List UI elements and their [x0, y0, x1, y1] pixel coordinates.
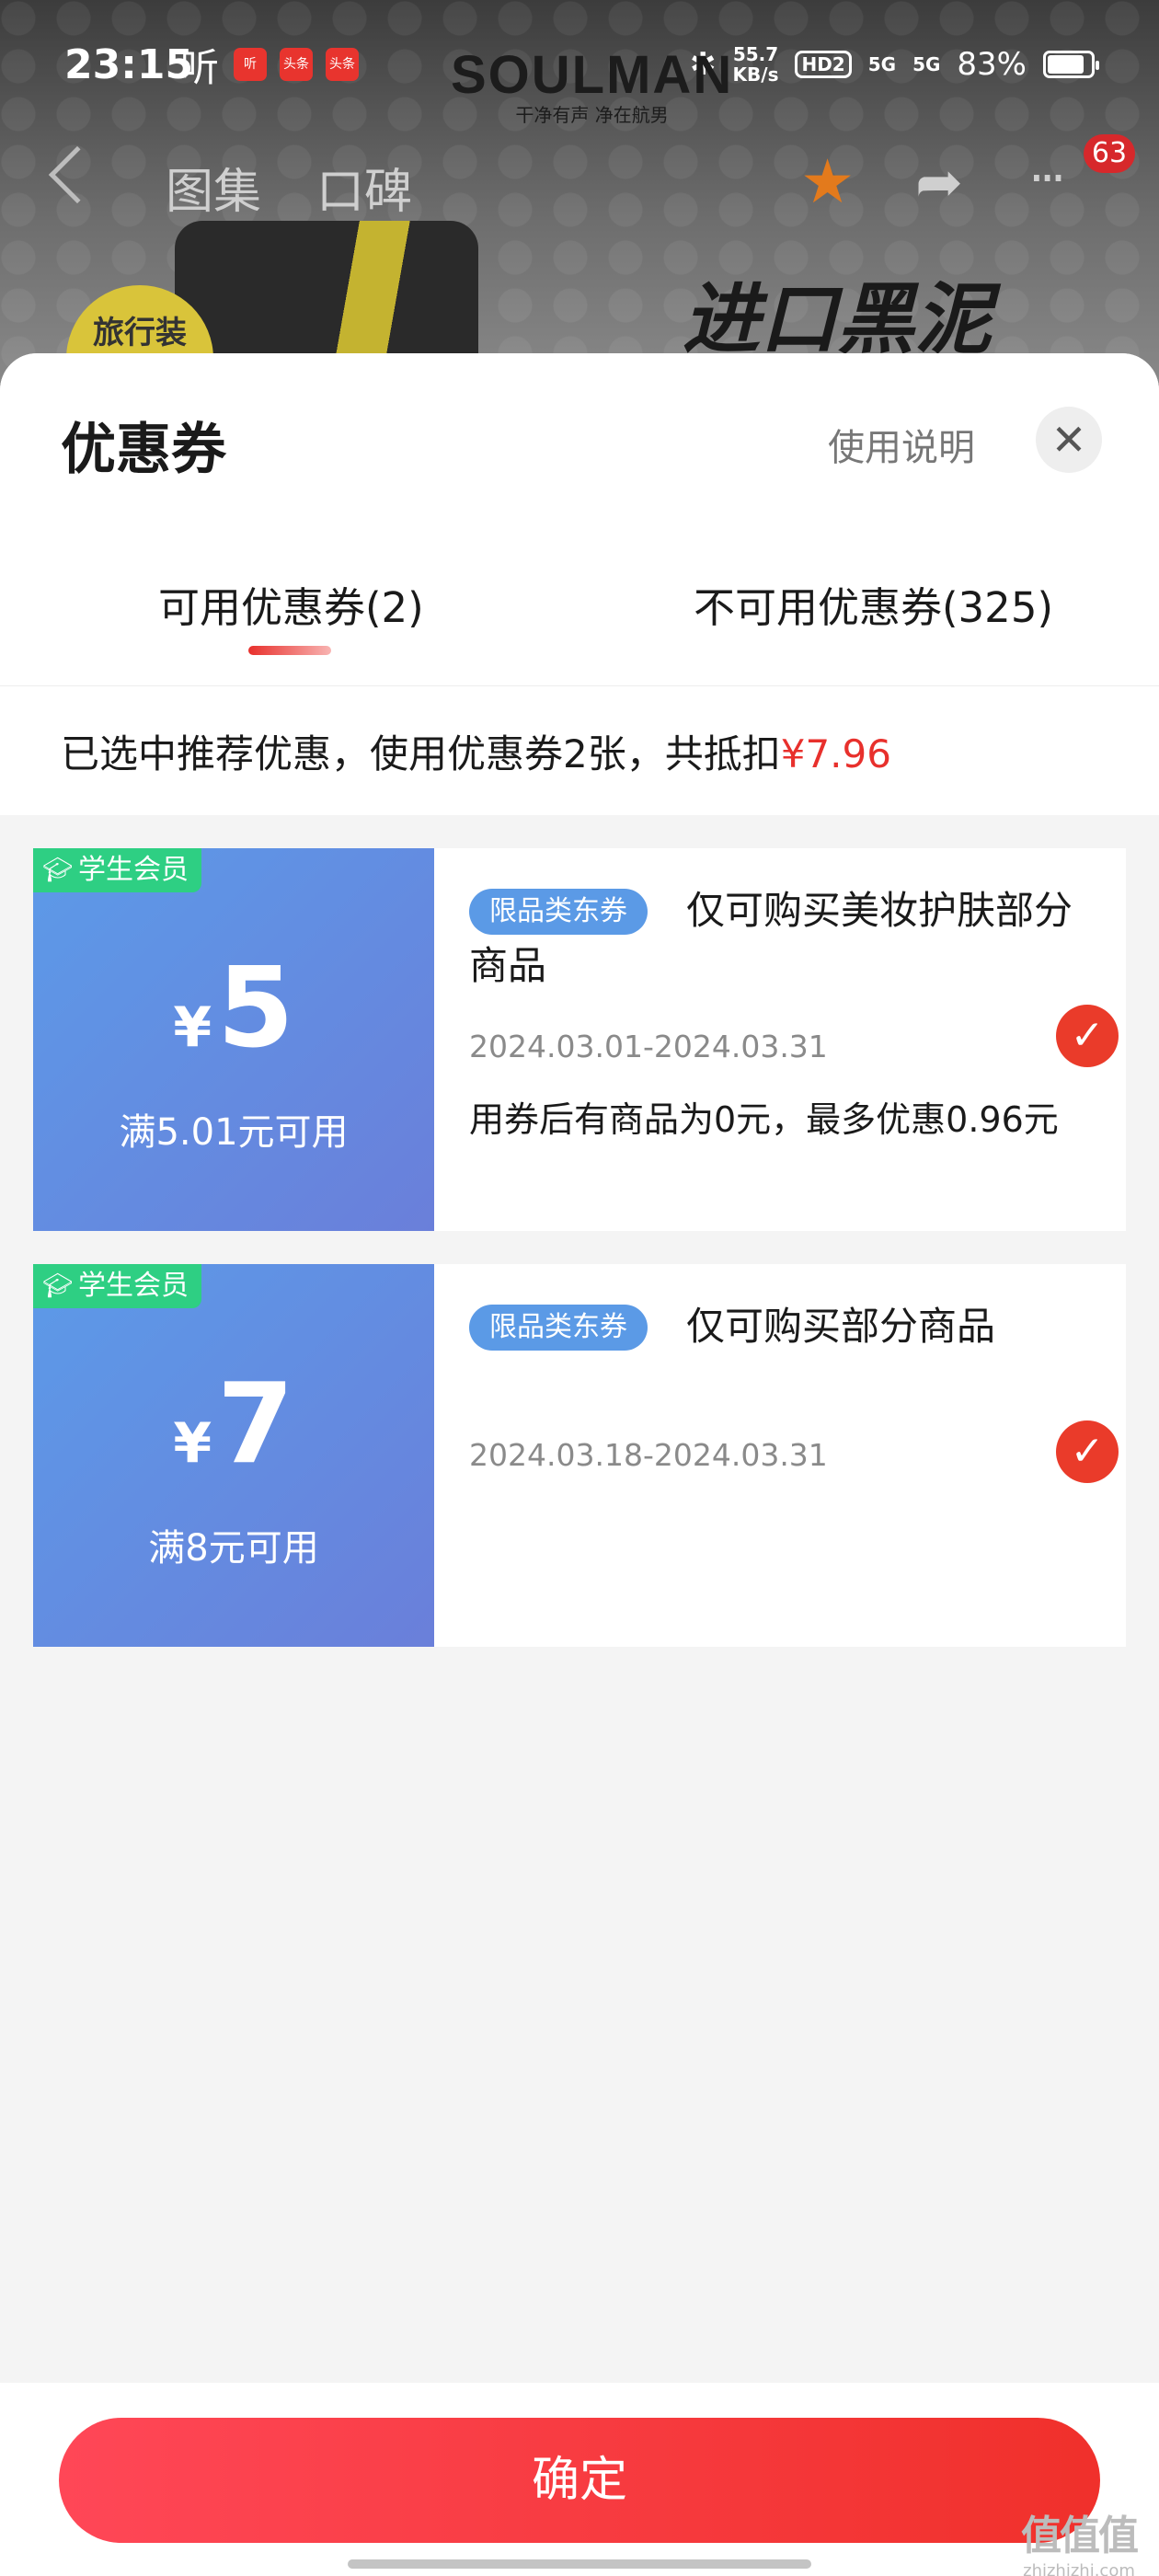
coupon-condition: 满8元可用 — [148, 1527, 319, 1570]
active-tab-indicator — [248, 646, 331, 655]
summary-prefix: 已选中推荐优惠，使用优惠券2张，共抵扣 — [61, 731, 781, 776]
coupon-validity-date: 2024.03.01-2024.03.31 — [469, 1029, 828, 1064]
app-notification-icon: 头条 — [280, 48, 313, 81]
tab-reviews[interactable]: 口碑 — [316, 153, 412, 222]
favorite-star-icon[interactable]: ★ — [800, 152, 855, 213]
battery-icon — [1043, 51, 1099, 78]
graduation-cap-icon: 🎓︎ — [42, 1272, 74, 1300]
promo-banner-text: 进口黑泥 — [683, 274, 993, 364]
tab-gallery[interactable]: 图集 — [166, 153, 261, 222]
sheet-title: 优惠券 — [61, 418, 226, 482]
graduation-cap-icon: 🎓︎ — [42, 857, 74, 884]
yen-symbol: ¥ — [173, 995, 212, 1060]
signal-icon: 5G — [912, 53, 941, 75]
network-speed: 55.7 KB/s — [733, 44, 779, 85]
selection-summary: 已选中推荐优惠，使用优惠券2张，共抵扣¥7.96 — [0, 686, 1159, 815]
student-member-tag: 🎓︎ 学生会员 — [33, 848, 202, 892]
app-notification-icon: 听 — [234, 48, 267, 81]
brand-name: SOULMAN — [451, 45, 734, 105]
share-icon[interactable]: ➦ — [915, 154, 963, 211]
watermark-url: zhizhizhi.com — [1023, 2561, 1135, 2576]
back-arrow-icon[interactable] — [48, 145, 107, 204]
coupon-description: 仅可购买美妆护肤部分商品 — [469, 888, 1073, 988]
coupon-amount-value: 5 — [217, 945, 294, 1073]
confirm-button[interactable]: 确定 — [59, 2418, 1100, 2543]
summary-text: 已选中推荐优惠，使用优惠券2张，共抵扣¥7.96 — [61, 723, 891, 779]
close-icon[interactable]: ✕ — [1036, 407, 1102, 473]
coupon-card[interactable]: 🎓︎ 学生会员 ¥5 满5.01元可用 限品类东券 仅可购买美妆护肤部分商品 2… — [27, 848, 1126, 1231]
watermark: 值值值 zhizhizhi.com — [1021, 2502, 1139, 2576]
status-right-group: ✱ 55.7 KB/s HD2 5G 5G 83% — [690, 44, 1099, 85]
summary-amount: ¥7.96 — [780, 731, 891, 776]
home-indicator[interactable] — [348, 2559, 811, 2569]
member-tag-label: 学生会员 — [78, 1270, 189, 1302]
coupon-value-panel: 🎓︎ 学生会员 ¥7 满8元可用 — [27, 1264, 434, 1647]
battery-level: 83% — [957, 46, 1027, 83]
app-notification-icon: 头条 — [326, 48, 359, 81]
checkmark-icon[interactable]: ✓ — [1056, 1420, 1119, 1483]
notification-badge: 63 — [1084, 134, 1135, 173]
usage-instructions-link[interactable]: 使用说明 — [828, 418, 975, 471]
coupon-details: 限品类东券 仅可购买美妆护肤部分商品 2024.03.01-2024.03.31… — [434, 848, 1126, 1231]
yen-symbol: ¥ — [173, 1411, 212, 1476]
status-ting-icon: 听 — [180, 44, 220, 90]
more-icon[interactable]: ··· — [1028, 149, 1066, 209]
checkmark-icon[interactable]: ✓ — [1056, 1005, 1119, 1067]
product-header-background: 23:15 听 听 头条 头条 ✱ 55.7 KB/s HD2 5G 5G 83… — [0, 0, 1159, 405]
hd-icon: HD2 — [795, 51, 852, 78]
coupon-condition: 满5.01元可用 — [119, 1111, 349, 1154]
watermark-logo: 值值值 — [1021, 2513, 1139, 2559]
brand-logo: SOULMAN 干净有声 净在航男 — [451, 44, 733, 127]
network-speed-value: 55.7 — [732, 43, 779, 65]
network-speed-unit: KB/s — [732, 63, 779, 86]
coupon-amount-value: 7 — [217, 1361, 294, 1489]
coupon-amount: ¥7 — [33, 1365, 434, 1503]
app-screen: 23:15 听 听 头条 头条 ✱ 55.7 KB/s HD2 5G 5G 83… — [0, 0, 1159, 2576]
status-time: 23:15 — [64, 40, 194, 88]
coupon-card[interactable]: 🎓︎ 学生会员 ¥7 满8元可用 限品类东券 仅可购买部分商品 2024.03.… — [27, 1264, 1126, 1647]
coupon-sheet: 优惠券 使用说明 ✕ 可用优惠券(2) 不可用优惠券(325) 已选中推荐优惠，… — [0, 353, 1159, 2576]
member-tag-label: 学生会员 — [78, 854, 189, 886]
coupon-description: 仅可购买部分商品 — [686, 1304, 996, 1349]
sheet-header: 优惠券 使用说明 ✕ 可用优惠券(2) 不可用优惠券(325) — [0, 353, 1159, 687]
coupon-amount: ¥5 — [33, 949, 434, 1087]
student-member-tag: 🎓︎ 学生会员 — [33, 1264, 202, 1308]
coupon-details: 限品类东券 仅可购买部分商品 2024.03.18-2024.03.31 ✓ — [434, 1264, 1126, 1647]
coupon-note: 用券后有商品为0元，最多优惠0.96元 — [469, 1099, 1059, 1140]
signal-icon: 5G — [867, 53, 897, 75]
product-nav: 图集 口碑 ★ ➦ ··· 63 — [0, 134, 1159, 230]
bottom-bar: 确定 — [0, 2383, 1159, 2576]
tab-unavailable-coupons[interactable]: 不可用优惠券(325) — [694, 574, 1053, 634]
coupon-value-panel: 🎓︎ 学生会员 ¥5 满5.01元可用 — [27, 848, 434, 1231]
coupon-validity-date: 2024.03.18-2024.03.31 — [469, 1437, 828, 1473]
tab-available-coupons[interactable]: 可用优惠券(2) — [158, 574, 424, 634]
